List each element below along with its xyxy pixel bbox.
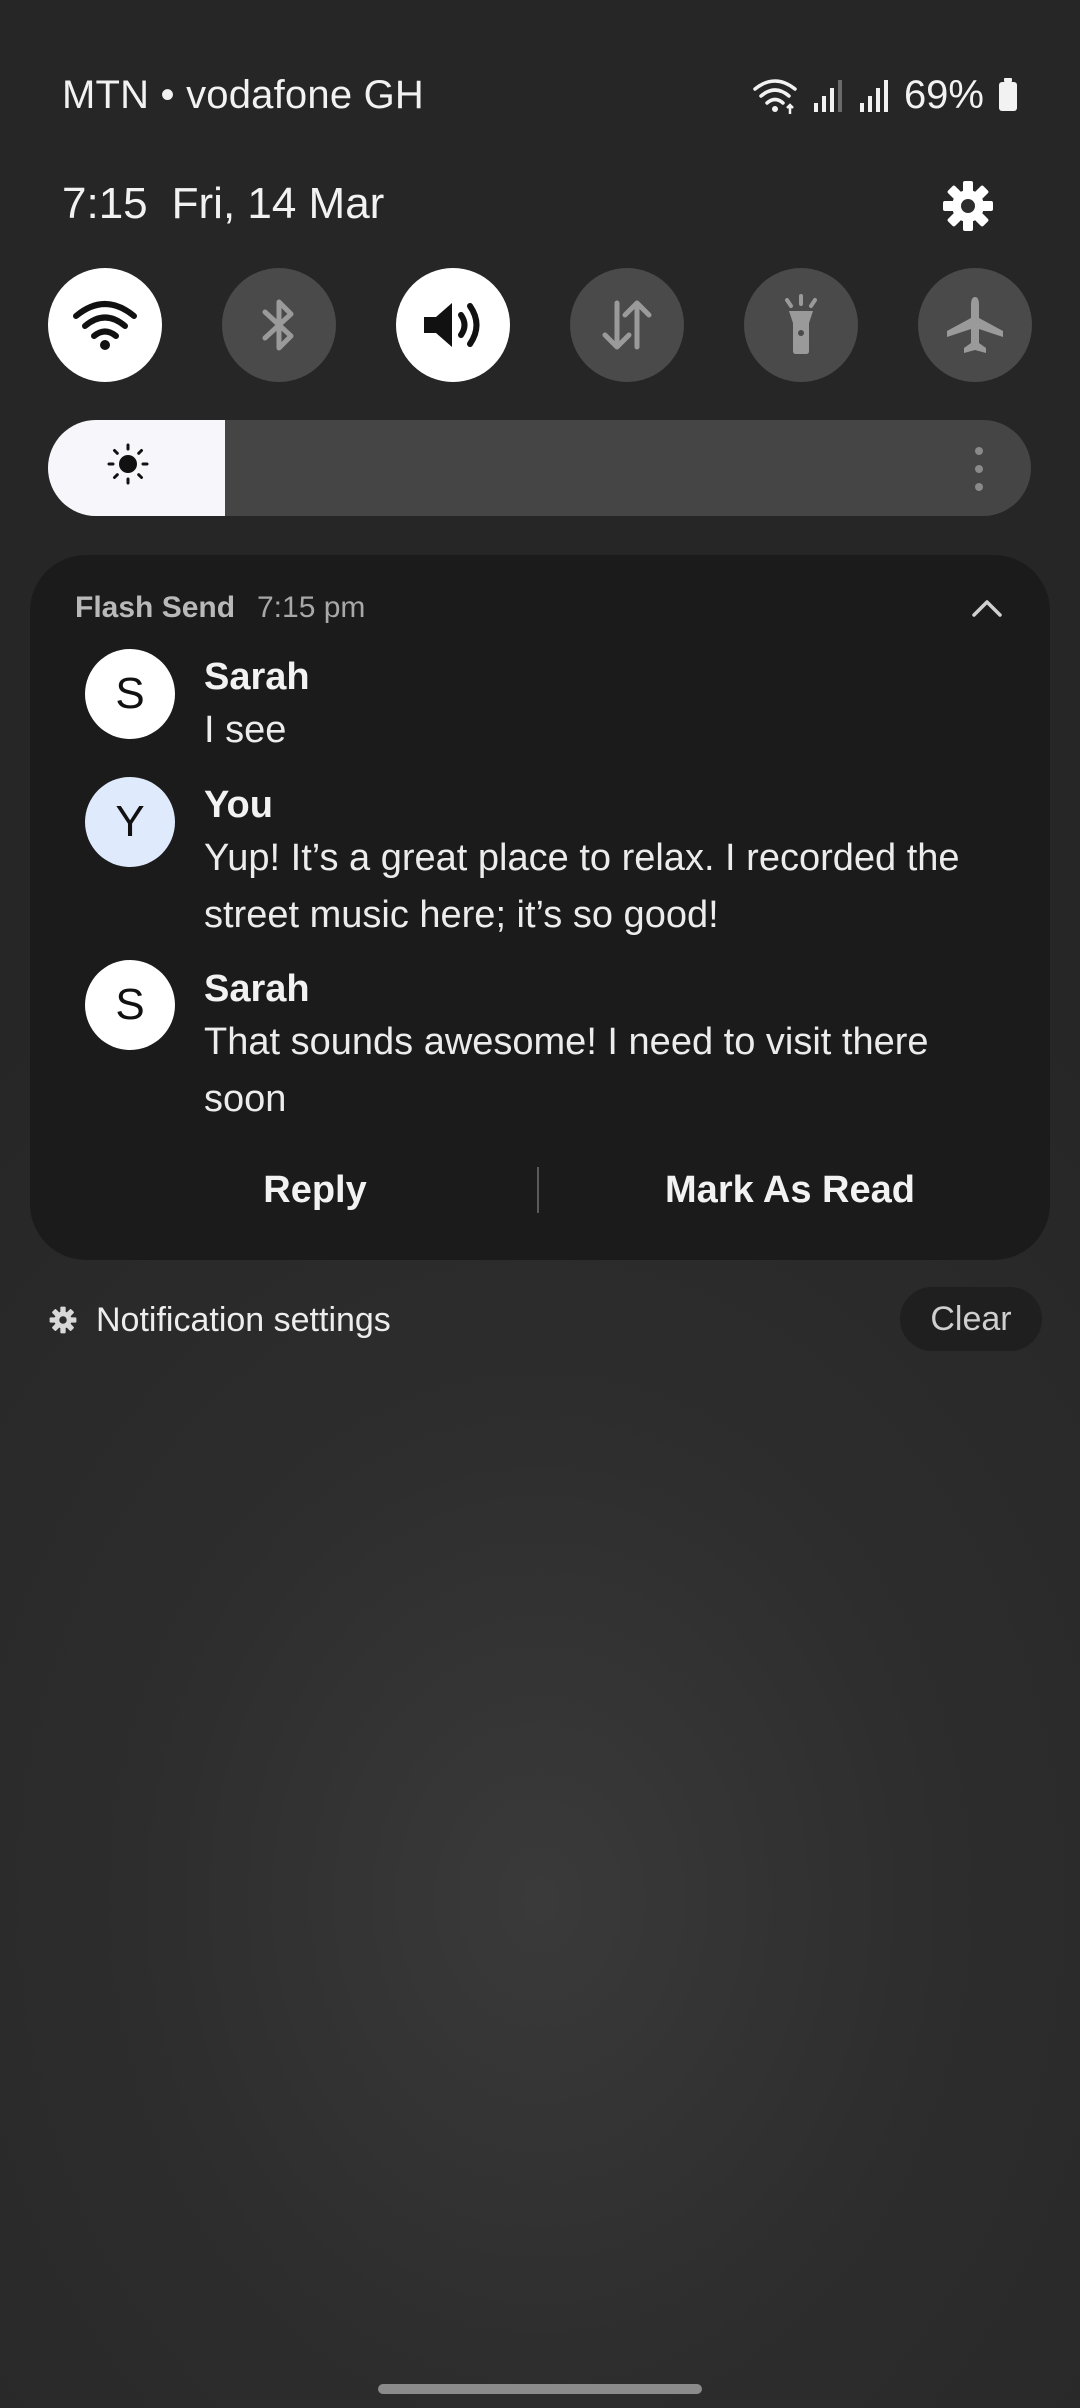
- more-options-icon[interactable]: [975, 446, 983, 492]
- sun-icon: [107, 443, 149, 485]
- airplane-icon: [947, 297, 1003, 353]
- avatar: S: [85, 960, 175, 1050]
- status-icons: 69%: [752, 70, 1018, 120]
- battery-percent: 69%: [903, 73, 984, 117]
- message-text: I see: [204, 709, 287, 751]
- message-text: That sounds awesome! I need to visit the…: [204, 1021, 929, 1120]
- clock-time: 7:15: [62, 179, 148, 228]
- clock-date: Fri, 14 Mar: [171, 179, 385, 228]
- flashlight-toggle[interactable]: [744, 268, 858, 382]
- notification-card[interactable]: Flash Send 7:15 pm S Sarah I see Y You Y…: [30, 555, 1050, 1260]
- bluetooth-toggle[interactable]: [222, 268, 336, 382]
- notification-settings-label: Notification settings: [96, 1301, 391, 1339]
- message-sender: You: [204, 784, 273, 826]
- sound-icon: [424, 303, 480, 347]
- mark-as-read-button[interactable]: Mark As Read: [570, 1155, 1010, 1225]
- mobile-data-toggle[interactable]: [570, 268, 684, 382]
- message-sender: Sarah: [204, 656, 310, 698]
- reply-button[interactable]: Reply: [90, 1155, 540, 1225]
- notification-settings-link[interactable]: Notification settings: [48, 1295, 391, 1345]
- gear-icon: [49, 1306, 77, 1334]
- home-indicator[interactable]: [378, 2384, 702, 2394]
- wifi-icon: [73, 301, 137, 350]
- avatar: Y: [85, 777, 175, 867]
- clear-button[interactable]: Clear: [900, 1287, 1042, 1351]
- mobile-data-icon: [602, 300, 652, 350]
- brightness-slider[interactable]: [48, 420, 1031, 516]
- bluetooth-icon: [262, 299, 294, 351]
- carrier-name: MTN • vodafone GH: [62, 73, 424, 117]
- message-sender: Sarah: [204, 968, 310, 1010]
- avatar: S: [85, 649, 175, 739]
- notification-time: 7:15 pm: [257, 591, 366, 624]
- sound-toggle[interactable]: [396, 268, 510, 382]
- clock-row: 7:15 Fri, 14 Mar: [62, 176, 384, 232]
- flashlight-icon: [785, 294, 817, 354]
- wifi-icon: [753, 79, 797, 114]
- chevron-up-icon[interactable]: [970, 593, 1004, 623]
- wifi-toggle[interactable]: [48, 268, 162, 382]
- action-divider: [537, 1167, 539, 1213]
- gear-icon[interactable]: [940, 178, 996, 234]
- signal-icon: [859, 80, 888, 112]
- app-name: Flash Send: [75, 591, 236, 624]
- signal-icon: [813, 80, 842, 112]
- message-text: Yup! It’s a great place to relax. I reco…: [204, 837, 960, 936]
- airplane-toggle[interactable]: [918, 268, 1032, 382]
- battery-icon: [999, 78, 1017, 111]
